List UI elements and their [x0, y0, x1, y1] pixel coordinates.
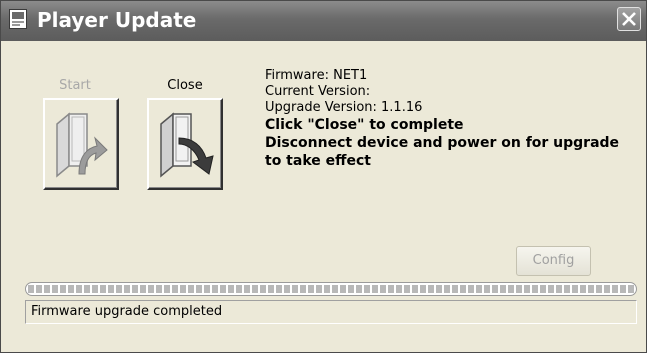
progress-bar: [25, 282, 637, 296]
title-bar[interactable]: Player Update: [1, 1, 646, 41]
folder-arrow-down-icon: [160, 112, 214, 178]
status-text: Firmware upgrade completed: [31, 304, 223, 319]
config-button[interactable]: Config: [516, 246, 591, 276]
start-button[interactable]: [43, 98, 119, 190]
player-update-dialog: Player Update Start Close Firmware: NET1…: [0, 0, 647, 353]
window-title: Player Update: [37, 8, 197, 32]
current-version-text: Current Version:: [265, 84, 371, 99]
firmware-text: Firmware: NET1: [265, 68, 368, 83]
close-action-button[interactable]: [147, 98, 223, 190]
upgrade-version-text: Upgrade Version: 1.1.16: [265, 100, 423, 115]
firmware-info: Firmware: NET1 Current Version: Upgrade …: [265, 68, 635, 170]
instruction-close: Click "Close" to complete: [265, 117, 464, 133]
close-x-icon: [622, 12, 636, 26]
status-bar: Firmware upgrade completed: [25, 300, 637, 324]
start-label: Start: [59, 78, 91, 93]
window-close-button[interactable]: [617, 7, 641, 31]
instruction-effect: to take effect: [265, 153, 371, 169]
progress-fill: [28, 285, 634, 293]
instruction-disconnect: Disconnect device and power on for upgra…: [265, 135, 620, 151]
close-label: Close: [167, 78, 203, 93]
folder-arrow-up-icon: [56, 112, 108, 178]
app-icon: [9, 9, 27, 29]
